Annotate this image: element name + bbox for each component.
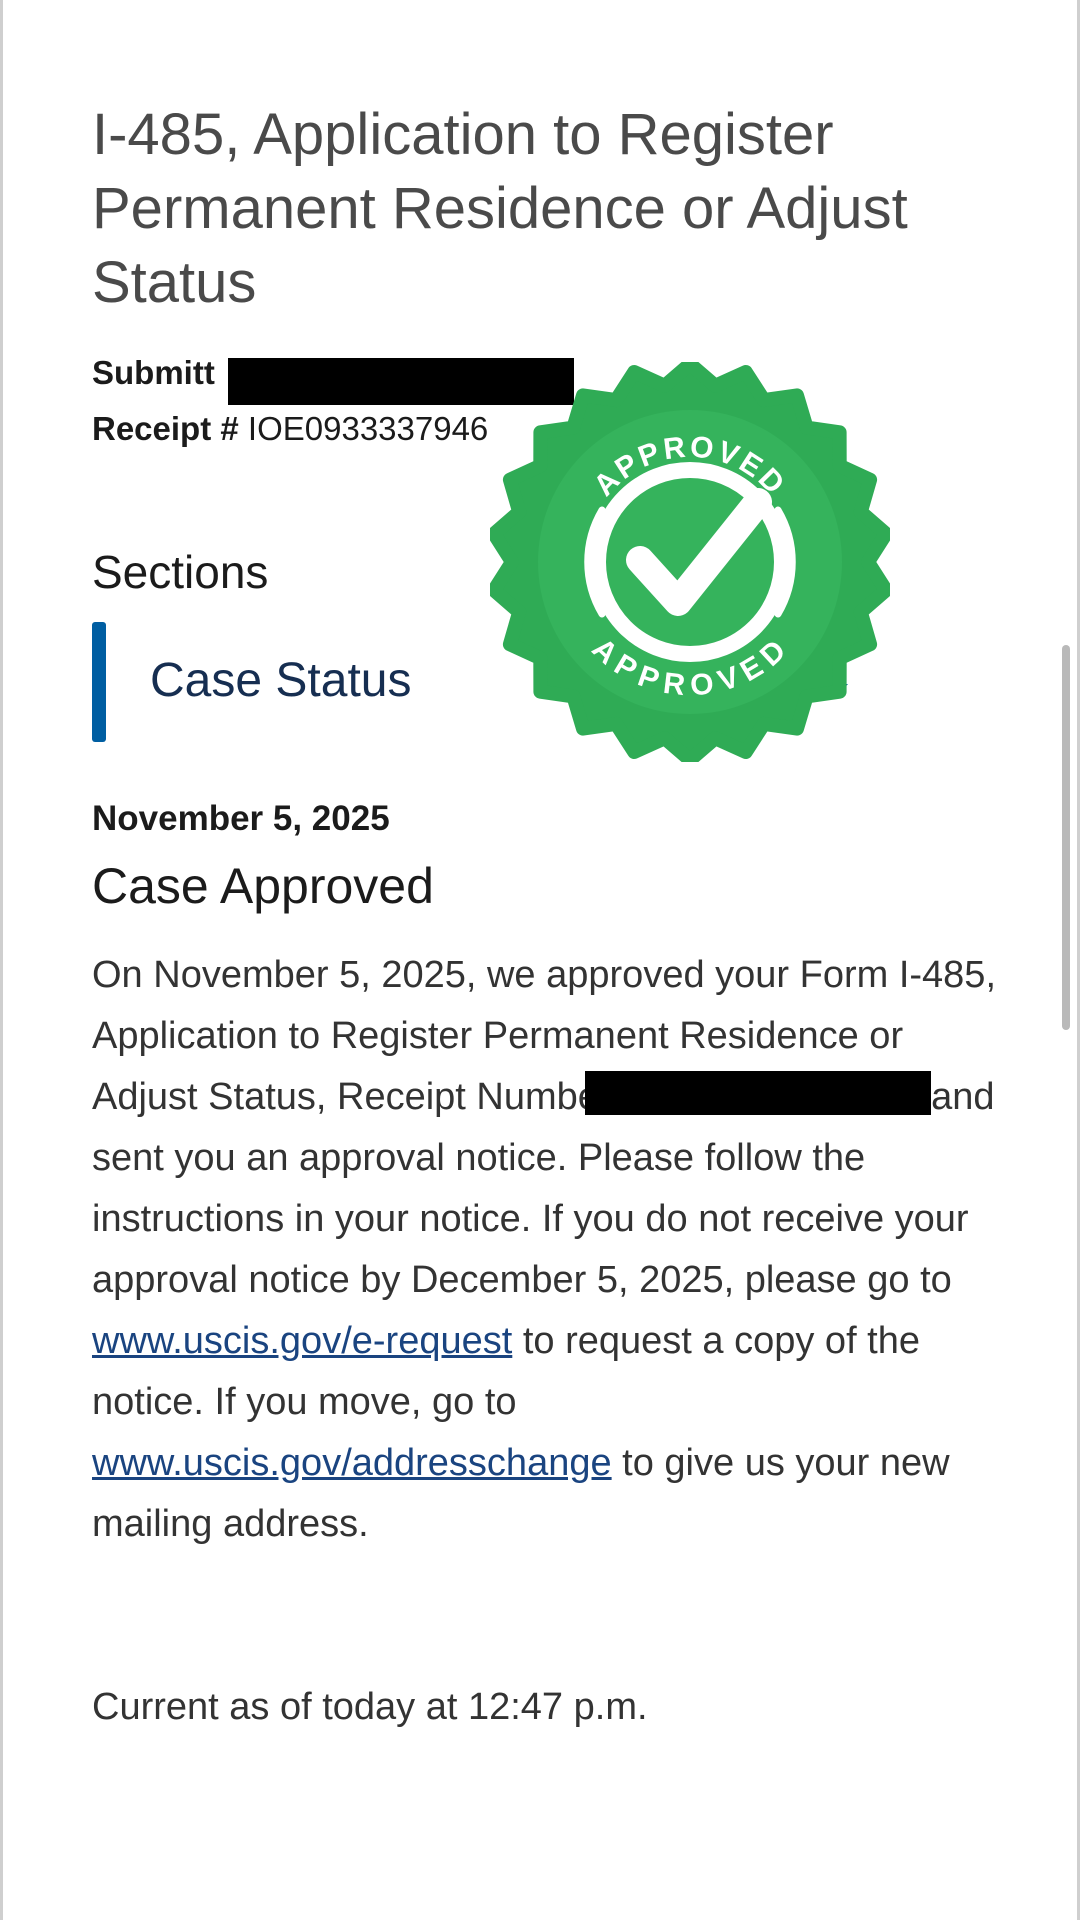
redaction-block [585,1071,932,1115]
accent-bar [92,622,106,742]
sections-heading: Sections [92,546,269,598]
submitted-line: Submitt [92,353,215,393]
last-updated-text: Current as of today at 12:47 p.m. [92,1686,648,1728]
approved-seal: APPROVED APPROVED [490,362,890,762]
page-title: I-485, Application to Register Permanent… [92,102,908,315]
scrollbar-thumb[interactable] [1062,645,1070,1030]
status-date: November 5, 2025 [92,799,390,838]
status-heading: Case Approved [92,858,434,914]
receipt-line: Receipt # IOE0933337946 [92,409,488,449]
submitted-label: Submitt [92,354,215,391]
case-status-label: Case Status [150,654,412,707]
receipt-number: IOE0933337946 [247,410,489,447]
left-edge [0,0,3,1920]
address-change-link[interactable]: www.uscis.gov/addresschange [92,1442,612,1484]
receipt-label: Receipt # [92,410,239,447]
status-description: On November 5, 2025, we approved your Fo… [92,945,1002,1555]
e-request-link[interactable]: www.uscis.gov/e-request [92,1320,512,1362]
